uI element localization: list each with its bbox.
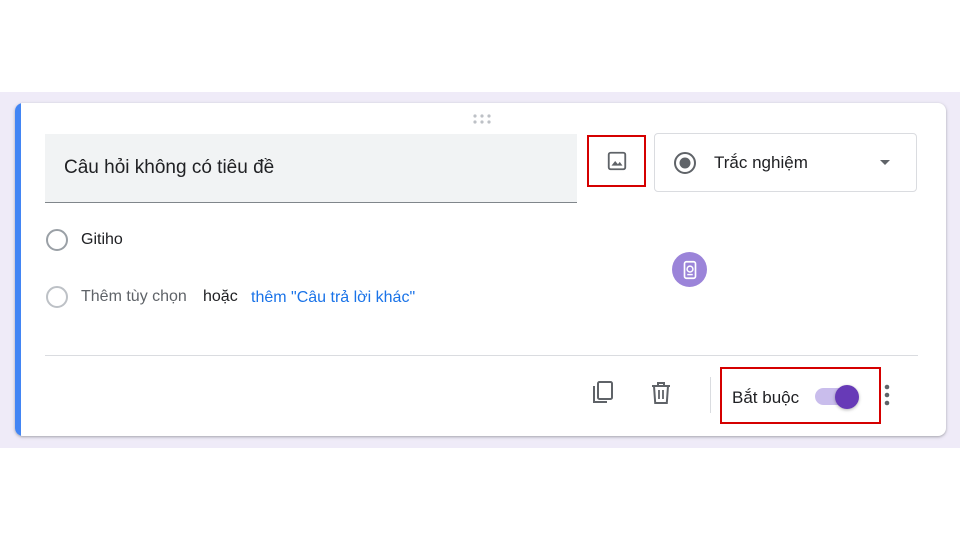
logo-icon[interactable] (672, 252, 707, 287)
question-type-dropdown[interactable]: Trắc nghiệm (654, 133, 917, 192)
option-label[interactable]: Gitiho (81, 231, 123, 249)
add-image-button[interactable] (587, 135, 646, 187)
required-toggle-group[interactable]: Bắt buộc (720, 367, 881, 424)
question-type-label: Trắc nghiệm (714, 153, 808, 172)
footer-divider (45, 355, 918, 356)
delete-icon (652, 382, 670, 404)
active-accent-bar (15, 103, 21, 436)
question-title-field[interactable]: Câu hỏi không có tiêu đề (45, 134, 577, 203)
more-vert-icon (884, 384, 890, 406)
add-other-link[interactable]: thêm "Câu trả lời khác" (251, 289, 415, 307)
duplicate-button[interactable] (587, 377, 619, 409)
image-icon (607, 151, 626, 171)
required-switch[interactable] (815, 385, 861, 409)
required-label: Bắt buộc (732, 388, 800, 407)
dropdown-caret-icon (880, 160, 890, 165)
drag-handle-icon[interactable] (472, 113, 492, 125)
add-option-link[interactable]: Thêm tùy chọn (81, 288, 187, 306)
add-option-radio-icon (46, 286, 68, 308)
more-options-button[interactable] (877, 379, 897, 411)
question-card[interactable]: Câu hỏi không có tiêu đề Trắc nghiệm Git… (15, 103, 946, 436)
logo-glyph-icon (683, 260, 696, 279)
option-radio-icon (46, 229, 68, 251)
switch-thumb (835, 385, 859, 409)
footer-separator (710, 377, 711, 413)
delete-button[interactable] (645, 377, 677, 409)
question-title: Câu hỏi không có tiêu đề (64, 157, 275, 178)
copy-icon (593, 381, 613, 403)
or-text: hoặc (203, 288, 238, 305)
radio-button-icon (674, 152, 696, 174)
